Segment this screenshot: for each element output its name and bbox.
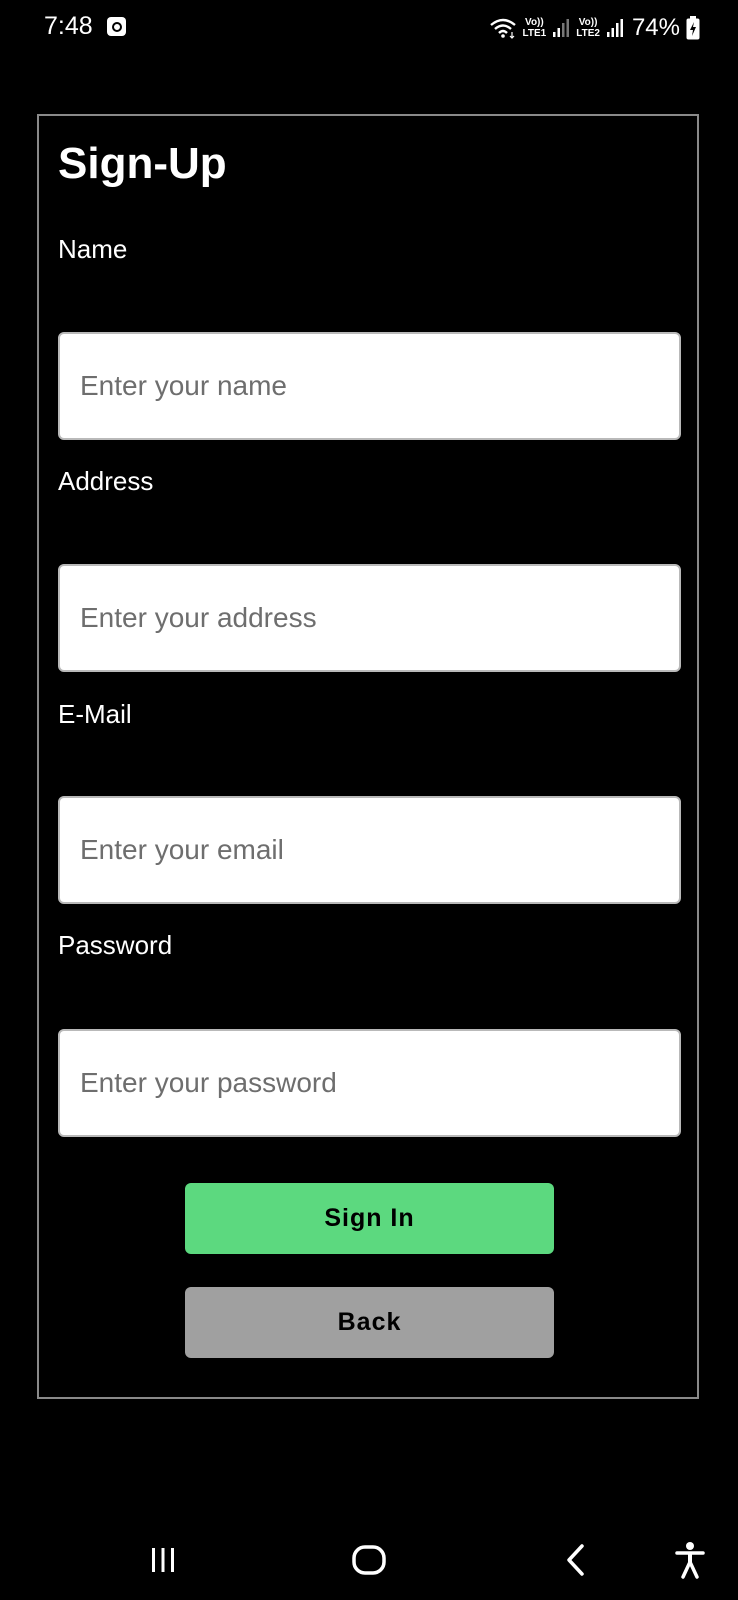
address-label: Address — [58, 466, 154, 496]
sim2-volte-label: Vo)) — [578, 17, 598, 28]
sim2-network-label: Vo)) LTE2 — [576, 17, 600, 39]
back-button[interactable]: Back — [185, 1287, 554, 1358]
status-indicators: Vo)) LTE1 Vo)) LTE2 74% — [489, 12, 700, 44]
accessibility-icon — [675, 1542, 705, 1579]
recent-apps-button[interactable] — [133, 1520, 193, 1600]
page-title: Sign-Up — [58, 139, 227, 188]
accessibility-button[interactable] — [660, 1520, 720, 1600]
password-input[interactable] — [58, 1029, 681, 1137]
home-button[interactable] — [339, 1520, 399, 1600]
status-time: 7:48 — [44, 12, 93, 40]
name-label: Name — [58, 234, 128, 264]
address-input[interactable] — [58, 564, 681, 672]
signal-icon — [553, 19, 570, 37]
signup-form: Sign-Up Name Address E-Mail Password Sig… — [37, 114, 699, 1399]
sim2-lte-label: LTE2 — [576, 28, 600, 39]
home-icon — [352, 1545, 386, 1575]
email-label: E-Mail — [58, 699, 132, 729]
password-label: Password — [58, 930, 173, 960]
back-icon — [567, 1544, 584, 1576]
battery-charging-icon — [686, 16, 700, 40]
email-input[interactable] — [58, 796, 681, 904]
name-input[interactable] — [58, 332, 681, 440]
sim1-lte-label: LTE1 — [522, 28, 547, 39]
wifi-icon — [489, 18, 516, 39]
notification-icon — [107, 17, 126, 36]
signal-icon — [606, 19, 623, 37]
battery-percentage: 74% — [631, 14, 680, 41]
recent-apps-icon — [152, 1548, 174, 1572]
nav-back-button[interactable] — [546, 1520, 606, 1600]
navigation-bar — [0, 1520, 738, 1600]
sign-in-button[interactable]: Sign In — [185, 1183, 554, 1254]
sim1-volte-label: Vo)) — [525, 17, 544, 28]
sim1-network-label: Vo)) LTE1 — [523, 17, 547, 39]
status-bar: 7:48 Vo)) LTE1 Vo)) LTE2 74% — [0, 0, 738, 56]
